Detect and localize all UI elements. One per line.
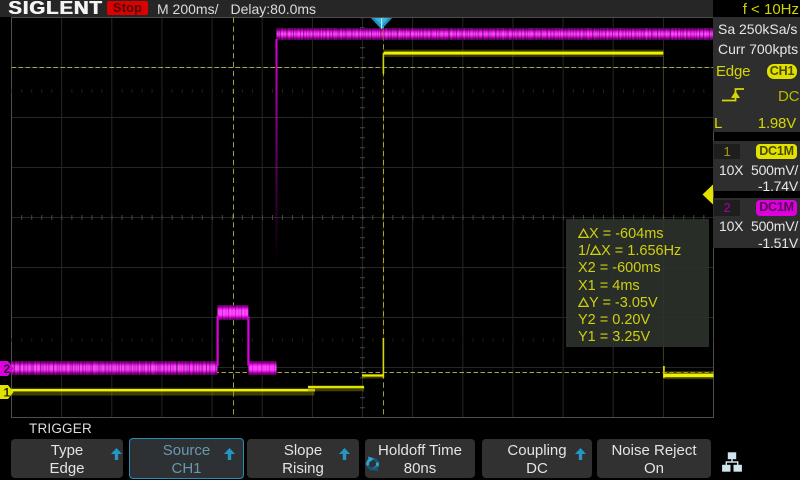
svg-text:2: 2 [4, 362, 11, 376]
svg-text:1: 1 [4, 386, 11, 400]
